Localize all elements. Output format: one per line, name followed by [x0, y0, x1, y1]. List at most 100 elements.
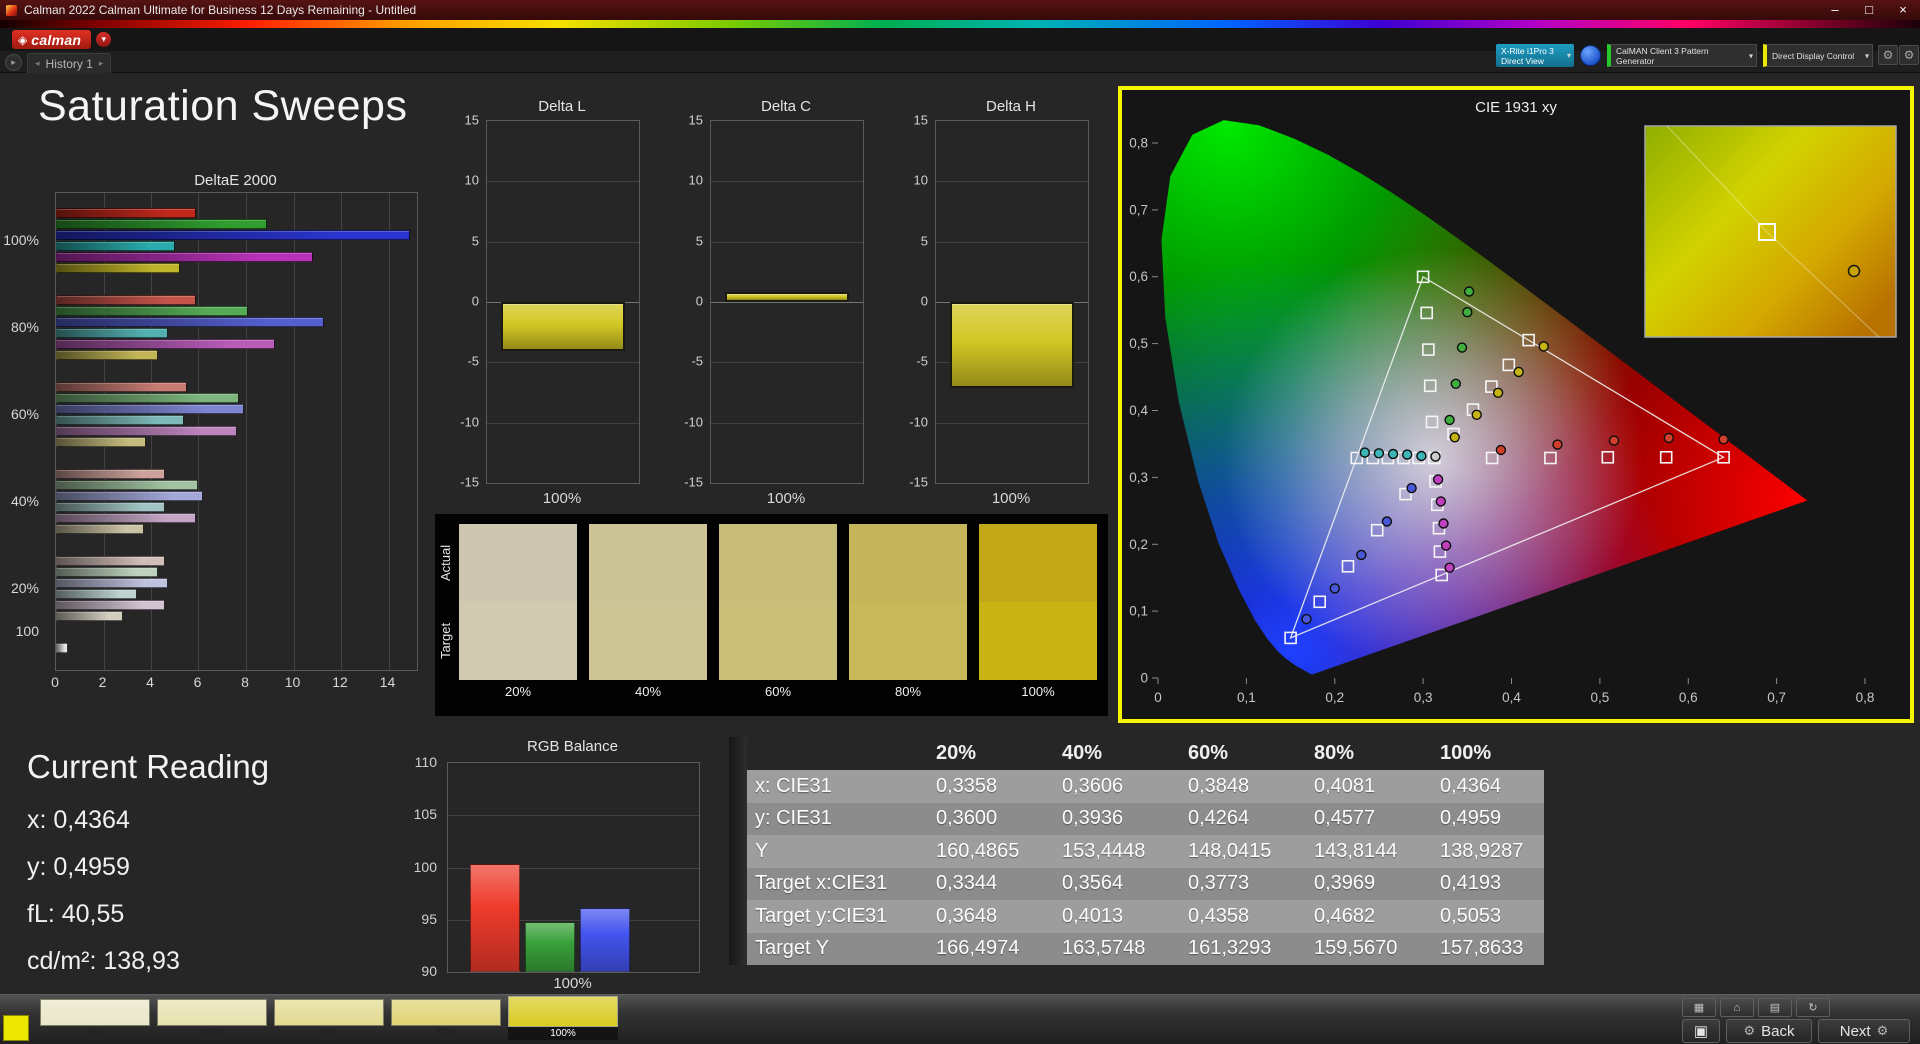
delta-h-ylabels: 15 10 5 0 -5 -10 -15: [904, 113, 931, 490]
svg-text:0,2: 0,2: [1129, 537, 1148, 552]
table-cell: 148,0415: [1188, 839, 1272, 862]
calman-logo-icon: ◈: [18, 32, 28, 47]
svg-text:0,8: 0,8: [1856, 690, 1875, 705]
pattern-generator-button[interactable]: CalMAN Client 3 Pattern Generator ▾: [1607, 44, 1757, 67]
axis-tick-label: 4: [146, 674, 154, 690]
pattern-window-button[interactable]: ▣: [1682, 1019, 1720, 1043]
display-mode-button[interactable]: ▦: [1682, 998, 1716, 1017]
title-bar: Calman 2022 Calman Ultimate for Business…: [0, 0, 1920, 20]
axis-tick-label: 0: [920, 293, 928, 309]
next-button[interactable]: Next ⚙: [1818, 1019, 1910, 1043]
table-row: Target y:CIE31 0,3648 0,4013 0,4358 0,4682 0,…: [729, 900, 1544, 933]
swatch-column-40%: 40%: [589, 524, 707, 706]
close-button[interactable]: ×: [1886, 0, 1920, 20]
bar: [56, 600, 166, 610]
actual-target-panel: Actual Target 20% 40% 60% 80% 100%: [435, 514, 1108, 716]
table-row: Y 160,4865 153,4448 148,0415 143,8144 138,928…: [729, 835, 1544, 868]
axis-tick-label: 0: [51, 674, 59, 690]
measurement-table: 20% 40% 60% 80% 100% x: CIE31 0,3358 0,3606 0,3…: [729, 737, 1544, 965]
home-button[interactable]: ⌂: [1720, 998, 1754, 1017]
rainbow-strip: [0, 20, 1920, 28]
pattern-swatch-40%[interactable]: 40%: [157, 999, 267, 1039]
display-control-button[interactable]: Direct Display Control ▾: [1763, 44, 1873, 67]
bar-red: [470, 864, 520, 972]
layout-nav-button[interactable]: ▸: [5, 54, 22, 71]
svg-text:0,4: 0,4: [1502, 690, 1521, 705]
axis-tick-label: -5: [916, 353, 928, 369]
pattern-swatch-20%[interactable]: 20%: [40, 999, 150, 1039]
bottom-bar: 20% 40% 60% 80% 100% ▦ ⌂ ▤ ↻ ▣ ⚙ Back Next ⚙: [0, 994, 1920, 1044]
swatch-column-60%: 60%: [719, 524, 837, 706]
axis-tick-label: 60%: [10, 405, 39, 422]
axis-tick-label: 14: [379, 674, 396, 690]
pattern-swatch-80%[interactable]: 80%: [391, 999, 501, 1039]
bar: [56, 426, 237, 436]
bar: [56, 567, 159, 577]
meter-status-badge[interactable]: [1580, 45, 1601, 66]
gridline: [340, 193, 342, 670]
bar: [56, 350, 159, 360]
actual-swatch: [849, 524, 967, 602]
table-cell: 0,3600: [936, 807, 998, 830]
back-button[interactable]: ⚙ Back: [1726, 1019, 1812, 1043]
pattern-swatch-60%[interactable]: 60%: [274, 999, 384, 1039]
delta-l-title: Delta L: [538, 98, 586, 115]
bar: [56, 611, 123, 621]
next-label: Next: [1839, 1022, 1871, 1040]
rgb-balance-ylabels: 110 105 100 95 90: [396, 754, 443, 979]
settings-button-1[interactable]: ⚙: [1878, 45, 1898, 65]
refresh-button[interactable]: ↻: [1796, 998, 1830, 1017]
meter-connect-button[interactable]: X-Rite i1Pro 3 Direct View ▾: [1496, 44, 1574, 67]
cie-1931-chart: CIE 1931 xy 0 0,1 0,2 0,3 0,4 0,5 0,6 0,7 0,8 0 0,1…: [1118, 86, 1914, 723]
minimize-button[interactable]: –: [1818, 0, 1852, 20]
gridline: [711, 181, 863, 183]
swatch-label: 20%: [504, 684, 532, 699]
svg-text:0,6: 0,6: [1129, 269, 1148, 284]
bar: [56, 513, 197, 523]
table-cell: 166,4974: [936, 937, 1020, 960]
gridline: [448, 815, 699, 817]
row-label: Target Y: [755, 937, 830, 960]
axis-tick-label: 12: [332, 674, 348, 690]
delta-l-plot: [486, 120, 640, 484]
target-swatch: [849, 602, 967, 680]
rgb-balance-title: RGB Balance: [527, 738, 618, 755]
tab-next-icon[interactable]: ▸: [99, 58, 104, 69]
bar: [56, 295, 197, 305]
bar: [56, 524, 144, 534]
maximize-button[interactable]: □: [1852, 0, 1886, 20]
axis-tick-label: 15: [913, 112, 928, 128]
axis-tick-label: -10: [909, 414, 928, 430]
actual-swatch: [459, 524, 577, 602]
table-row: y: CIE31 0,3600 0,3936 0,4264 0,4577 0,4959: [729, 802, 1544, 835]
home-icon: ⌂: [1733, 1002, 1741, 1014]
reading-fl: fL: 40,55: [27, 900, 125, 928]
row-label: Y: [755, 839, 769, 862]
rgb-balance-plot: [447, 762, 700, 973]
axis-tick-label: 5: [471, 233, 479, 249]
axis-tick-label: 10: [688, 172, 703, 188]
grid-icon: ▤: [1769, 1002, 1781, 1014]
bar: [56, 382, 187, 392]
pattern-swatch-100%[interactable]: 100%: [508, 996, 618, 1040]
bar: [56, 480, 199, 490]
axis-tick-label: 0: [695, 293, 703, 309]
table-cell: 0,3936: [1062, 807, 1124, 830]
table-cell: 0,4959: [1440, 807, 1502, 830]
report-button[interactable]: ▤: [1758, 998, 1792, 1017]
calman-menu-caret[interactable]: ▾: [96, 32, 112, 47]
tab-prev-icon[interactable]: ◂: [35, 58, 40, 69]
svg-text:0,3: 0,3: [1414, 690, 1433, 705]
table-cell: 0,4577: [1314, 807, 1376, 830]
swatch-columns: 20% 40% 60% 80% 100%: [459, 524, 1097, 706]
svg-text:0,4: 0,4: [1129, 403, 1148, 418]
settings-button-2[interactable]: ⚙: [1899, 45, 1919, 65]
tab-history-1[interactable]: ◂ History 1 ▸: [27, 53, 112, 73]
axis-tick-label: 15: [464, 112, 479, 128]
target-swatch: [979, 602, 1097, 680]
page-title: Saturation Sweeps: [38, 82, 408, 130]
table-cell: 160,4865: [936, 839, 1020, 862]
calman-menu-button[interactable]: ◈ calman: [12, 30, 92, 49]
axis-tick-label: 5: [695, 233, 703, 249]
gear-icon: ⚙: [1903, 48, 1915, 62]
